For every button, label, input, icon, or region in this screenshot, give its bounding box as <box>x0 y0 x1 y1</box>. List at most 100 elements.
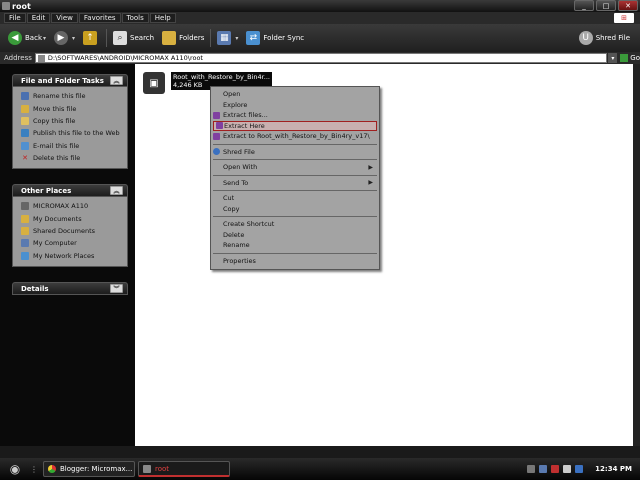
details-panel: Details ︾ <box>12 282 128 295</box>
ctx-send-to[interactable]: Send To ▶ <box>211 178 379 189</box>
task-email[interactable]: E-mail this file <box>21 140 121 152</box>
drive-icon <box>21 202 29 211</box>
panel-header[interactable]: File and Folder Tasks ︽ <box>12 74 128 87</box>
chevron-down-icon[interactable]: ▾ <box>235 35 238 42</box>
go-arrow-icon <box>620 54 629 62</box>
menu-view[interactable]: View <box>51 13 78 23</box>
folder-sync-label: Folder Sync <box>263 34 305 42</box>
up-button[interactable]: ↑ <box>79 28 104 48</box>
menu-separator <box>213 252 377 254</box>
search-label: Search <box>130 34 155 42</box>
quick-launch-separator: ⋮ <box>30 464 38 474</box>
back-button[interactable]: ◀ Back ▾ <box>4 28 50 48</box>
ctx-cut[interactable]: Cut <box>211 193 379 204</box>
menu-help[interactable]: Help <box>149 13 176 23</box>
minimize-button[interactable]: _ <box>574 0 594 11</box>
task-publish[interactable]: Publish this file to the Web <box>21 127 121 139</box>
tray-network-icon[interactable] <box>539 465 548 473</box>
clock[interactable]: 12:34 PM <box>595 465 632 473</box>
email-icon <box>21 141 29 150</box>
back-arrow-icon: ◀ <box>8 31 22 45</box>
ctx-extract-to[interactable]: Extract to Root_with_Restore_by_Bin4ry_v… <box>211 131 379 142</box>
place-my-documents[interactable]: My Documents <box>21 212 121 224</box>
ctx-rename[interactable]: Rename <box>211 240 379 251</box>
search-icon: ⌕ <box>113 31 128 45</box>
forward-arrow-icon: ▶ <box>54 31 69 45</box>
panel-title: File and Folder Tasks <box>21 76 104 85</box>
address-dropdown-button[interactable]: ▾ <box>608 53 618 63</box>
address-input[interactable]: D:\SOFTWARES\ANDROID\MICROMAX A110\root <box>34 53 608 63</box>
forward-button[interactable]: ▶ ▾ <box>50 28 79 48</box>
rename-icon <box>21 92 29 101</box>
folders-icon <box>162 31 177 45</box>
panel-header[interactable]: Details ︾ <box>12 282 128 295</box>
folder-sync-button[interactable]: ⇄ Folder Sync <box>242 28 308 48</box>
close-button[interactable]: ✕ <box>618 0 638 11</box>
expand-icon[interactable]: ︾ <box>110 284 123 293</box>
folders-label: Folders <box>179 34 205 42</box>
menu-tools[interactable]: Tools <box>121 13 149 23</box>
collapse-icon[interactable]: ︽ <box>110 186 123 195</box>
menu-favorites[interactable]: Favorites <box>78 13 121 23</box>
place-micromax[interactable]: MICROMAX A110 <box>21 200 121 212</box>
ctx-open-with[interactable]: Open With ▶ <box>211 162 379 173</box>
taskbar-item-root[interactable]: root <box>138 461 230 477</box>
title-bar[interactable]: root _ □ ✕ <box>0 0 640 12</box>
toolbar-separator <box>210 29 212 47</box>
ctx-create-shortcut[interactable]: Create Shortcut <box>211 219 379 230</box>
chevron-down-icon[interactable]: ▾ <box>43 35 46 42</box>
context-menu: Open Explore Extract files... Extract He… <box>210 86 380 270</box>
start-button[interactable]: ◉ <box>0 458 30 480</box>
maximize-button[interactable]: □ <box>596 0 616 11</box>
toolbar: ◀ Back ▾ ▶ ▾ ↑ ⌕ Search Folders ▦ ▾ ⇄ Fo… <box>0 24 640 52</box>
ctx-explore[interactable]: Explore <box>211 100 379 111</box>
place-my-computer[interactable]: My Computer <box>21 237 121 249</box>
task-rename[interactable]: Rename this file <box>21 90 121 102</box>
ctx-extract-files[interactable]: Extract files... <box>211 110 379 121</box>
submenu-arrow-icon: ▶ <box>368 179 373 187</box>
menu-bar: File Edit View Favorites Tools Help ⊞ <box>0 12 640 24</box>
ctx-properties[interactable]: Properties <box>211 256 379 267</box>
move-icon <box>21 104 29 113</box>
taskbar-item-blogger[interactable]: Blogger: Micromax... <box>43 461 135 477</box>
computer-icon <box>21 239 29 248</box>
menu-file[interactable]: File <box>4 13 26 23</box>
task-copy[interactable]: Copy this file <box>21 115 121 127</box>
tray-app-icon[interactable] <box>527 465 536 473</box>
panel-title: Details <box>21 284 49 293</box>
other-places-panel: Other Places ︽ MICROMAX A110 My Document… <box>12 184 128 267</box>
menu-separator <box>213 190 377 191</box>
views-button[interactable]: ▦ ▾ <box>213 28 242 48</box>
sync-icon: ⇄ <box>246 31 261 45</box>
place-shared-documents[interactable]: Shared Documents <box>21 225 121 237</box>
chrome-icon <box>48 465 56 473</box>
tray-display-icon[interactable] <box>575 465 584 473</box>
ctx-delete[interactable]: Delete <box>211 230 379 241</box>
go-button[interactable]: Go <box>620 54 640 62</box>
window-title: root <box>12 1 31 11</box>
search-button[interactable]: ⌕ Search <box>109 28 158 48</box>
ctx-shred-file[interactable]: Shred File <box>211 147 379 158</box>
delete-x-icon: ✕ <box>22 154 28 163</box>
vertical-scrollbar[interactable] <box>633 64 640 446</box>
ctx-extract-here[interactable]: Extract Here <box>213 120 377 131</box>
shred-file-button[interactable]: U Shred File <box>575 28 634 48</box>
ctx-open[interactable]: Open <box>211 89 379 100</box>
menu-edit[interactable]: Edit <box>26 13 51 23</box>
volume-icon[interactable] <box>563 465 572 473</box>
archive-file-icon: ▣ <box>143 72 165 94</box>
folders-button[interactable]: Folders <box>158 28 208 48</box>
address-label: Address <box>4 54 32 62</box>
tray-shield-icon[interactable] <box>551 465 560 473</box>
folder-icon <box>37 54 45 62</box>
ctx-copy[interactable]: Copy <box>211 204 379 215</box>
panel-header[interactable]: Other Places ︽ <box>12 184 128 197</box>
collapse-icon[interactable]: ︽ <box>110 76 123 85</box>
copy-icon <box>21 116 29 125</box>
place-my-network[interactable]: My Network Places <box>21 250 121 262</box>
taskbar: ◉ ⋮ Blogger: Micromax... root 12:34 PM <box>0 458 640 480</box>
chevron-down-icon[interactable]: ▾ <box>72 35 75 42</box>
task-delete[interactable]: ✕ Delete this file <box>21 152 121 164</box>
task-move[interactable]: Move this file <box>21 102 121 114</box>
shred-icon <box>213 148 220 156</box>
